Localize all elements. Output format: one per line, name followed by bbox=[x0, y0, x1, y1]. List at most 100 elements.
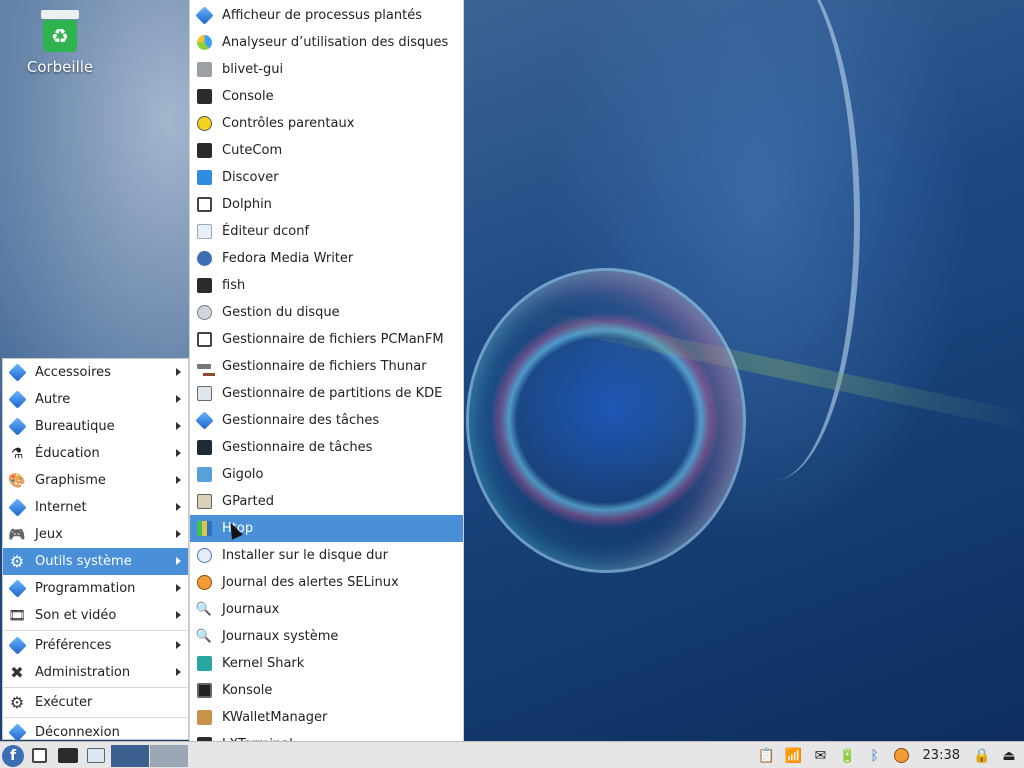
submenu-arrow-icon bbox=[176, 611, 181, 619]
submenu-item-fedora-media-writer[interactable]: Fedora Media Writer bbox=[190, 245, 463, 272]
submenu-item-label: Discover bbox=[222, 170, 279, 185]
submenu-item-fish[interactable]: fish bbox=[190, 272, 463, 299]
submenu-item-gestionnaire-des-taches[interactable]: Gestionnaire des tâches bbox=[190, 407, 463, 434]
submenu-item-console[interactable]: Console bbox=[190, 83, 463, 110]
menu-item-son-et-video[interactable]: 🎞 Son et vidéo bbox=[3, 602, 188, 629]
network-signal-icon[interactable]: 📶 bbox=[783, 745, 805, 767]
battery-icon[interactable]: 🔋 bbox=[837, 745, 859, 767]
submenu-item-pcmanfm[interactable]: Gestionnaire de fichiers PCManFM bbox=[190, 326, 463, 353]
submenu-item-dconf[interactable]: Éditeur dconf bbox=[190, 218, 463, 245]
submenu-item-gparted[interactable]: GParted bbox=[190, 488, 463, 515]
submenu-item-label: Afficheur de processus plantés bbox=[222, 8, 422, 23]
submenu-arrow-icon bbox=[176, 584, 181, 592]
editor-icon bbox=[195, 223, 213, 241]
install-icon bbox=[195, 547, 213, 565]
clock[interactable]: 23:38 bbox=[923, 748, 960, 763]
taskbar: f 📋 📶 ✉ 🔋 ᛒ 23:38 🔒 ⏏ bbox=[0, 741, 1024, 768]
menu-separator bbox=[3, 687, 188, 688]
menu-item-label: Son et vidéo bbox=[35, 608, 117, 623]
submenu-item-journaux-systeme[interactable]: 🔍 Journaux système bbox=[190, 623, 463, 650]
film-icon: 🎞 bbox=[8, 607, 26, 624]
submenu-item-discover[interactable]: Discover bbox=[190, 164, 463, 191]
submenu-item-label: fish bbox=[222, 278, 246, 293]
logout-icon[interactable]: ⏏ bbox=[998, 745, 1020, 767]
menu-item-education[interactable]: ⚗ Éducation bbox=[3, 440, 188, 467]
submenu-item-gestionnaire-de-taches[interactable]: Gestionnaire de tâches bbox=[190, 434, 463, 461]
menu-item-label: Administration bbox=[35, 665, 131, 680]
submenu-item-label: GParted bbox=[222, 494, 274, 509]
submenu-item-controles-parentaux[interactable]: Contrôles parentaux bbox=[190, 110, 463, 137]
submenu-item-journaux[interactable]: 🔍 Journaux bbox=[190, 596, 463, 623]
submenu-item-label: Gestionnaire de fichiers Thunar bbox=[222, 359, 427, 374]
partition-icon bbox=[195, 385, 213, 403]
diamond-icon bbox=[7, 579, 27, 598]
submenu-item-konsole[interactable]: Konsole bbox=[190, 677, 463, 704]
submenu-item-thunar[interactable]: Gestionnaire de fichiers Thunar bbox=[190, 353, 463, 380]
submenu-item-gestion-disque[interactable]: Gestion du disque bbox=[190, 299, 463, 326]
bluetooth-icon[interactable]: ᛒ bbox=[864, 745, 886, 767]
menu-item-label: Programmation bbox=[35, 581, 136, 596]
submenu-item-installer[interactable]: Installer sur le disque dur bbox=[190, 542, 463, 569]
submenu-arrow-icon bbox=[176, 476, 181, 484]
terminal-icon bbox=[195, 88, 213, 106]
lock-icon[interactable]: 🔒 bbox=[971, 745, 993, 767]
menu-item-autre[interactable]: Autre bbox=[3, 386, 188, 413]
menu-item-preferences[interactable]: Préférences bbox=[3, 632, 188, 659]
submenu-item-label: Journaux bbox=[222, 602, 280, 617]
menu-item-graphisme[interactable]: 🎨 Graphisme bbox=[3, 467, 188, 494]
desktop-pager-1[interactable] bbox=[111, 744, 149, 767]
partition-icon bbox=[195, 493, 213, 511]
fedora-menu-icon[interactable]: f bbox=[2, 744, 24, 767]
menu-item-bureautique[interactable]: Bureautique bbox=[3, 413, 188, 440]
pie-chart-icon bbox=[195, 34, 213, 52]
submenu-item-label: Contrôles parentaux bbox=[222, 116, 355, 131]
menu-item-label: Jeux bbox=[35, 527, 63, 542]
submenu-item-label: Gestionnaire de partitions de KDE bbox=[222, 386, 443, 401]
submenu-item-afficheur[interactable]: Afficheur de processus plantés bbox=[190, 2, 463, 29]
gear-icon: ⚙ bbox=[9, 552, 25, 571]
menu-item-jeux[interactable]: 🎮 Jeux bbox=[3, 521, 188, 548]
terminal-icon bbox=[195, 682, 213, 700]
menu-item-label: Déconnexion bbox=[35, 725, 120, 740]
selinux-alert-icon[interactable] bbox=[891, 745, 913, 767]
menu-item-internet[interactable]: Internet bbox=[3, 494, 188, 521]
submenu-item-blivet[interactable]: blivet-gui bbox=[190, 56, 463, 83]
submenu-outils-systeme: Afficheur de processus plantés Analyseur… bbox=[189, 0, 464, 768]
fedora-icon bbox=[195, 250, 213, 268]
submenu-item-analyseur[interactable]: Analyseur d’utilisation des disques bbox=[190, 29, 463, 56]
parental-icon bbox=[195, 115, 213, 133]
clipboard-icon[interactable]: 📋 bbox=[756, 745, 778, 767]
flask-icon: ⚗ bbox=[10, 445, 24, 462]
submenu-item-label: Éditeur dconf bbox=[222, 224, 310, 239]
submenu-item-partitions-kde[interactable]: Gestionnaire de partitions de KDE bbox=[190, 380, 463, 407]
file-manager-launcher-icon[interactable] bbox=[27, 744, 52, 768]
submenu-item-label: Gigolo bbox=[222, 467, 264, 482]
show-windows-icon[interactable] bbox=[83, 744, 108, 768]
menu-item-accessoires[interactable]: Accessoires bbox=[3, 359, 188, 386]
menu-item-administration[interactable]: ✖ Administration bbox=[3, 659, 188, 686]
monitor-icon bbox=[195, 439, 213, 457]
menu-item-executer[interactable]: ⚙ Exécuter bbox=[3, 689, 188, 716]
menu-item-label: Exécuter bbox=[35, 695, 93, 710]
mail-icon[interactable]: ✉ bbox=[810, 745, 832, 767]
menu-item-outils-systeme[interactable]: ⚙ Outils système bbox=[3, 548, 188, 575]
submenu-item-selinux[interactable]: Journal des alertes SELinux bbox=[190, 569, 463, 596]
terminal-icon bbox=[195, 277, 213, 295]
submenu-item-kwalletmanager[interactable]: KWalletManager bbox=[190, 704, 463, 731]
diamond-icon bbox=[7, 723, 27, 742]
submenu-item-gigolo[interactable]: Gigolo bbox=[190, 461, 463, 488]
menu-item-label: Accessoires bbox=[35, 365, 111, 380]
menu-item-programmation[interactable]: Programmation bbox=[3, 575, 188, 602]
file-manager-icon bbox=[195, 196, 213, 214]
palette-icon: 🎨 bbox=[8, 472, 26, 489]
submenu-item-dolphin[interactable]: Dolphin bbox=[190, 191, 463, 218]
desktop-pager-2[interactable] bbox=[150, 744, 188, 767]
submenu-item-kernel-shark[interactable]: Kernel Shark bbox=[190, 650, 463, 677]
menu-item-label: Préférences bbox=[35, 638, 112, 653]
terminal-launcher-icon[interactable] bbox=[55, 744, 80, 768]
diamond-icon bbox=[194, 411, 214, 430]
terminal-icon bbox=[195, 142, 213, 160]
desktop-icon-trash[interactable]: ♻ Corbeille bbox=[18, 10, 102, 76]
diamond-icon bbox=[7, 498, 27, 517]
submenu-item-cutecom[interactable]: CuteCom bbox=[190, 137, 463, 164]
